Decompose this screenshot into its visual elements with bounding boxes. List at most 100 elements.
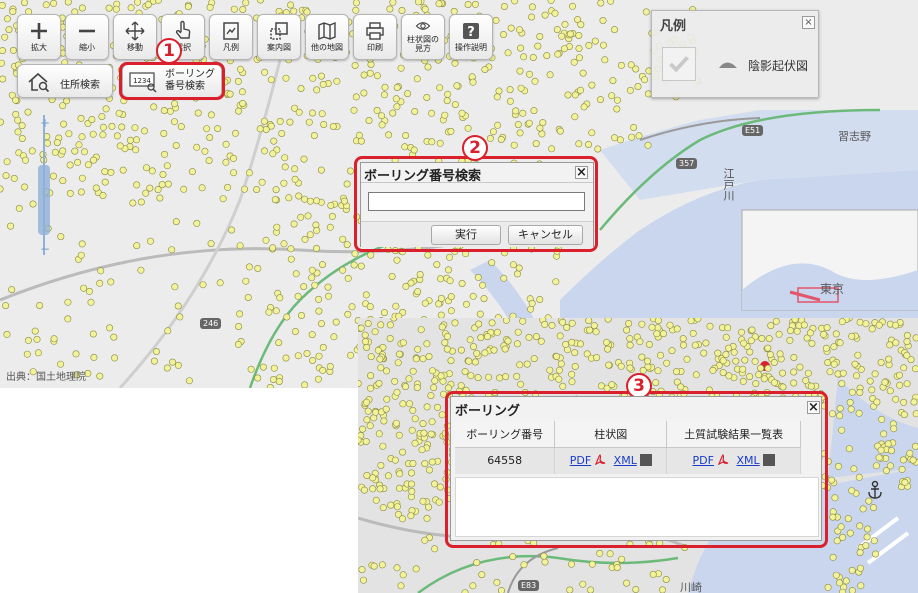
guide-map-button[interactable]: 案内図 [257, 14, 301, 60]
boring-number-input[interactable] [368, 192, 585, 211]
boring-site-dot [14, 116, 22, 124]
boring-site-dot [444, 266, 452, 274]
print-button[interactable]: 印刷 [353, 14, 397, 60]
boring-site-dot [57, 233, 65, 241]
boring-site-dot [525, 333, 533, 341]
boring-site-dot [253, 186, 261, 194]
boring-site-dot [326, 223, 334, 231]
boring-site-dot [786, 336, 794, 344]
how-to-read-button[interactable]: 柱状図の 見方 [401, 14, 445, 60]
boring-site-dot [172, 218, 180, 226]
boring-site-dot [414, 288, 422, 296]
other-maps-button[interactable]: 他の地図 [305, 14, 349, 60]
boring-site-dot [425, 503, 433, 511]
boring-site-dot [596, 96, 604, 104]
legend-button[interactable]: 凡例 [209, 14, 253, 60]
boring-site-dot [393, 84, 401, 92]
boring-site-dot [568, 370, 576, 378]
boring-site-dot [78, 4, 86, 12]
boring-site-dot [596, 549, 604, 557]
boring-site-dot [855, 409, 863, 417]
boring-site-dot [525, 119, 533, 127]
boring-site-dot [0, 59, 5, 67]
boring-site-dot [739, 365, 747, 373]
boring-site-dot [350, 106, 358, 114]
boring-site-dot [436, 84, 444, 92]
map-label-edogawa: 江戸川 [722, 168, 735, 201]
boring-site-dot [42, 1, 50, 9]
boring-site-dot [347, 351, 355, 359]
search-dialog-close-button[interactable]: × [575, 166, 588, 179]
boring-site-dot [746, 373, 754, 381]
boring-site-dot [444, 332, 452, 340]
help-label: 操作説明 [455, 43, 487, 52]
boring-site-dot [258, 178, 266, 186]
boring-result-dialog: ボーリング × ボーリング番号 柱状図 土質試験結果一覧表 64558 PDF … [450, 396, 822, 541]
boring-site-dot [869, 504, 877, 512]
boring-site-dot [885, 355, 893, 363]
boring-site-dot [575, 140, 583, 148]
boring-site-dot [536, 295, 544, 303]
boring-site-dot [553, 26, 561, 34]
printer-icon [354, 15, 396, 43]
boring-site-dot [2, 302, 10, 310]
boring-site-dot [230, 154, 238, 162]
boring-site-dot [129, 199, 137, 207]
cancel-button[interactable]: キャンセル [508, 225, 583, 245]
boring-site-dot [343, 180, 351, 188]
boring-site-dot [358, 380, 362, 387]
boring-site-dot [219, 195, 227, 203]
boring-site-dot [371, 328, 379, 336]
address-search-button[interactable]: 住所検索 [17, 64, 113, 98]
map-attribution[interactable]: 出典：国土地理院 [6, 368, 86, 383]
boring-site-dot [765, 335, 773, 343]
boring-site-dot [568, 338, 576, 346]
execute-button[interactable]: 実行 [431, 225, 501, 245]
boring-site-dot [529, 53, 537, 61]
boring-site-dot [443, 97, 451, 105]
boring-site-dot [474, 374, 482, 382]
boring-site-dot [31, 327, 39, 335]
boring-site-dot [77, 251, 85, 259]
boring-site-dot [803, 334, 811, 342]
boring-site-dot [158, 181, 166, 189]
boring-site-dot [851, 360, 859, 368]
boring-site-dot [280, 179, 288, 187]
how-to-read-label: 柱状図の 見方 [407, 35, 439, 53]
boring-site-dot [427, 430, 435, 438]
boring-site-dot [421, 5, 429, 13]
boring-site-dot [465, 357, 473, 365]
soil-test-xml-link[interactable]: XML [736, 454, 759, 467]
boring-site-dot [352, 6, 360, 14]
boring-site-dot [362, 338, 370, 346]
boring-site-dot [530, 355, 538, 363]
move-button[interactable]: 移動 [113, 14, 157, 60]
boring-site-dot [546, 71, 554, 79]
boring-site-dot [99, 131, 107, 139]
column-diagram-pdf-link[interactable]: PDF [570, 454, 591, 467]
boring-site-dot [462, 300, 470, 308]
boring-site-dot [425, 352, 433, 360]
legend-checkbox[interactable] [662, 47, 696, 81]
boring-site-dot [8, 286, 16, 294]
boring-site-dot [457, 346, 465, 354]
result-dialog-close-button[interactable]: × [807, 401, 820, 414]
boring-site-dot [833, 537, 841, 545]
boring-site-dot [457, 382, 465, 390]
boring-site-dot [85, 287, 93, 295]
boring-site-dot [306, 197, 314, 205]
zoom-slider[interactable]: + − [36, 115, 52, 256]
soil-test-pdf-link[interactable]: PDF [693, 454, 714, 467]
help-button[interactable]: ? 操作説明 [449, 14, 493, 60]
zoom-in-button[interactable]: 拡大 [17, 14, 61, 60]
zoom-out-button[interactable]: 縮小 [65, 14, 109, 60]
anchor-icon [868, 480, 882, 499]
boring-site-dot [515, 264, 523, 272]
boring-site-dot [21, 156, 29, 164]
eye-icon [402, 15, 444, 35]
boring-site-dot [5, 26, 13, 34]
boring-site-dot [687, 318, 695, 325]
callout-badge-1: 1 [156, 38, 182, 64]
column-diagram-xml-link[interactable]: XML [614, 454, 637, 467]
legend-close-button[interactable]: × [802, 16, 815, 29]
